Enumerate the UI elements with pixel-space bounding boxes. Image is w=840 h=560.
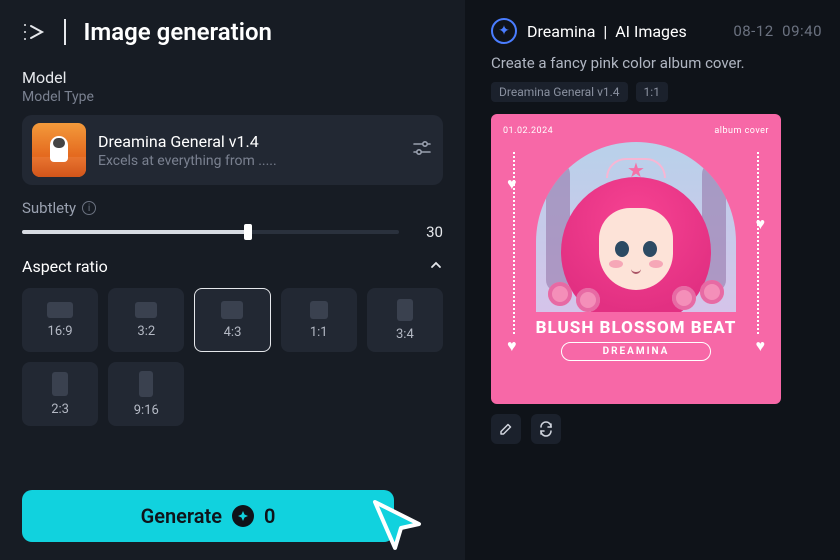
generate-button[interactable]: Generate 0	[22, 490, 394, 542]
album-date: 01.02.2024	[503, 126, 553, 136]
aspect-ratio-option[interactable]: 1:1	[281, 288, 357, 352]
subtlety-value: 30	[413, 223, 443, 241]
aspect-ratio-label: 4:3	[224, 325, 242, 340]
edit-button[interactable]	[491, 414, 521, 444]
conversation-header: ✦ Dreamina | AI Images 08-12 09:40	[491, 18, 822, 44]
heart-icon: ♥	[507, 336, 517, 356]
tag-ratio: 1:1	[636, 82, 668, 102]
album-corner: album cover	[714, 126, 769, 136]
generated-image[interactable]: 01.02.2024 album cover ♥ ♥ ♥ ♥ ★ BLUSH B…	[491, 114, 781, 404]
info-icon[interactable]: i	[82, 201, 96, 215]
agent-avatar: ✦	[491, 18, 517, 44]
aspect-ratio-label: Aspect ratio	[22, 257, 108, 276]
aspect-ratio-label: 16:9	[48, 324, 73, 339]
heart-icon: ♥	[756, 336, 766, 356]
model-section-label: Model	[22, 68, 443, 87]
aspect-ratio-option[interactable]: 3:2	[108, 288, 184, 352]
subtlety-label: Subtlety	[22, 199, 76, 217]
cursor-pointer-icon	[367, 494, 429, 556]
collapse-icon[interactable]	[22, 20, 46, 44]
model-selector[interactable]: Dreamina General v1.4 Excels at everythi…	[22, 115, 443, 185]
prompt-tags: Dreamina General v1.4 1:1	[491, 82, 822, 102]
aspect-ratio-option[interactable]: 16:9	[22, 288, 98, 352]
album-illustration: ★	[536, 142, 736, 312]
model-name: Dreamina General v1.4	[98, 132, 399, 151]
model-type-label: Model Type	[22, 89, 443, 105]
aspect-ratio-label: 9:16	[134, 403, 159, 418]
aspect-ratio-option[interactable]: 3:4	[367, 288, 443, 352]
aspect-ratio-grid: 16:9 3:2 4:3 1:1 3:4	[22, 288, 443, 352]
chevron-up-icon	[429, 257, 443, 276]
panel-header: Image generation	[22, 18, 443, 46]
generate-button-label: Generate	[141, 504, 222, 528]
conversation-timestamp: 08-12 09:40	[733, 22, 822, 40]
regenerate-button[interactable]	[531, 414, 561, 444]
album-title: BLUSH BLOSSOM BEAT	[503, 318, 769, 338]
tag-model: Dreamina General v1.4	[491, 82, 628, 102]
aspect-ratio-grid-row2: 2:3 9:16	[22, 362, 443, 426]
aspect-ratio-option[interactable]: 9:16	[108, 362, 184, 426]
aspect-ratio-label: 1:1	[310, 325, 328, 340]
aspect-ratio-toggle[interactable]: Aspect ratio	[22, 257, 443, 276]
credit-icon	[232, 505, 254, 527]
aspect-ratio-option[interactable]: 2:3	[22, 362, 98, 426]
album-subtitle: DREAMINA	[561, 342, 711, 361]
heart-icon: ♥	[756, 214, 766, 234]
aspect-ratio-label: 2:3	[51, 402, 69, 417]
conversation-panel: ✦ Dreamina | AI Images 08-12 09:40 Creat…	[465, 0, 840, 560]
settings-panel: Image generation Model Model Type Dreami…	[0, 0, 465, 560]
aspect-ratio-option[interactable]: 4:3	[194, 288, 270, 352]
sliders-icon[interactable]	[411, 137, 433, 163]
model-thumbnail	[32, 123, 86, 177]
prompt-text: Create a fancy pink color album cover.	[491, 54, 822, 72]
conversation-title: Dreamina | AI Images	[527, 22, 687, 41]
subtlety-label-row: Subtlety i	[22, 199, 443, 217]
aspect-ratio-label: 3:4	[396, 327, 414, 342]
aspect-ratio-label: 3:2	[137, 324, 155, 339]
generate-credits: 0	[264, 504, 275, 528]
model-description: Excels at everything from .....	[98, 153, 328, 169]
subtlety-slider[interactable]	[22, 230, 399, 234]
heart-icon: ♥	[507, 174, 517, 194]
page-title: Image generation	[84, 18, 272, 46]
